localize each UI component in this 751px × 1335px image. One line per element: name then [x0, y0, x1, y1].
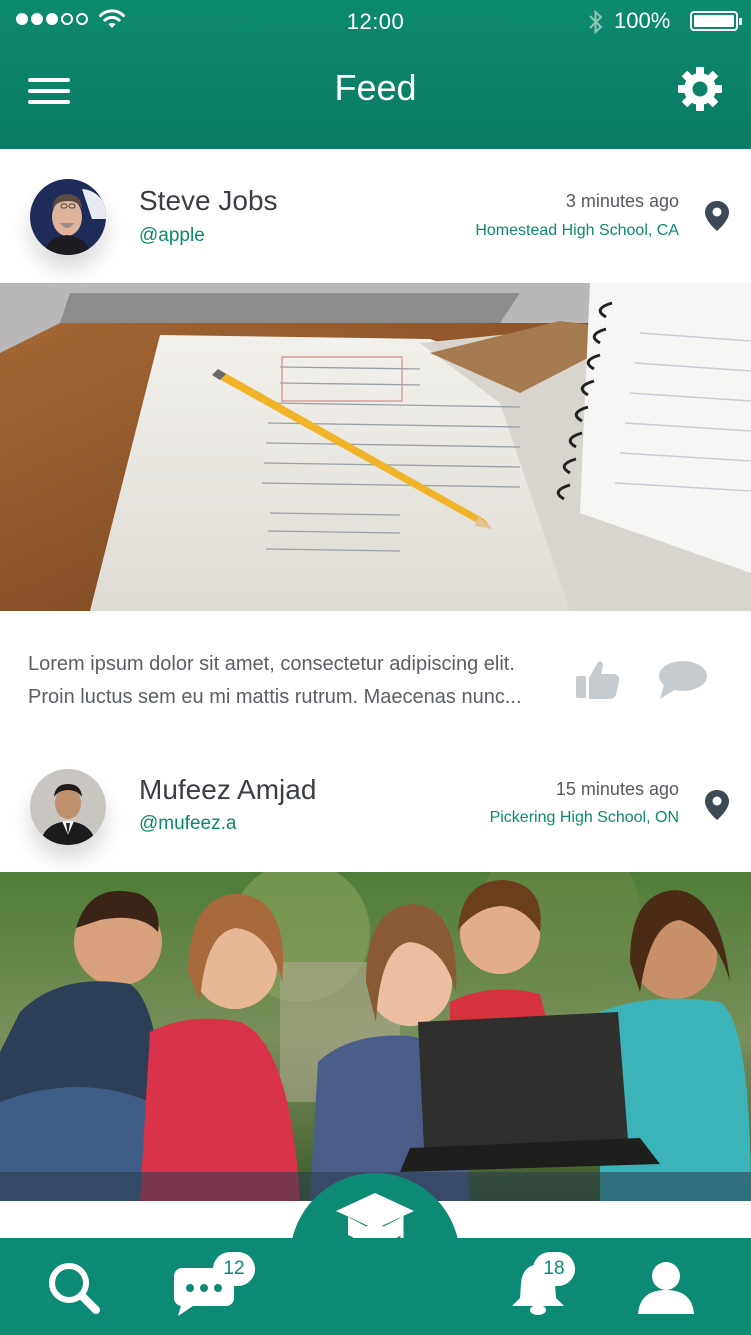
speech-bubble-icon[interactable] [656, 659, 708, 701]
author-handle[interactable]: @mufeez.a [139, 813, 236, 835]
user-icon[interactable] [636, 1260, 696, 1316]
author-handle[interactable]: @apple [139, 225, 205, 247]
post-time: 3 minutes ago [565, 191, 679, 211]
battery-percentage: 100% [614, 8, 671, 33]
page-title: Feed [334, 67, 417, 108]
author-name[interactable]: Mufeez Amjad [139, 774, 316, 806]
post-time: 15 minutes ago [555, 779, 679, 799]
post-header: Steve Jobs @apple 3 minutes ago Homestea… [0, 149, 751, 283]
post-location[interactable]: Homestead High School, CA [475, 222, 679, 240]
feed-screen: 12:00 100% Feed Steve Jobs @apple 3 minu… [0, 0, 751, 1335]
post-footer: Lorem ipsum dolor sit amet, consectetur … [0, 616, 751, 746]
author-name[interactable]: Steve Jobs [139, 185, 278, 217]
messages-badge: 12 [213, 1252, 255, 1286]
gear-icon[interactable] [676, 65, 724, 113]
post-photo[interactable] [0, 283, 751, 611]
notifications-badge: 18 [533, 1252, 575, 1286]
avatar[interactable] [30, 769, 106, 845]
avatar[interactable] [30, 179, 106, 255]
search-icon[interactable] [46, 1260, 102, 1316]
bluetooth-icon [589, 9, 603, 35]
location-pin-icon[interactable] [703, 199, 731, 233]
post-text-line: Proin luctus sem eu mi mattis rutrum. Ma… [28, 686, 522, 708]
location-pin-icon[interactable] [703, 788, 731, 822]
post-photo[interactable] [0, 832, 751, 1201]
post-text-line: Lorem ipsum dolor sit amet, consectetur … [28, 653, 515, 675]
top-bar: 12:00 100% Feed [0, 0, 751, 149]
post-header: Mufeez Amjad @mufeez.a 15 minutes ago Pi… [0, 743, 751, 872]
thumbs-up-icon[interactable] [574, 658, 622, 702]
post-text: Lorem ipsum dolor sit amet, consectetur … [28, 648, 558, 714]
status-bar: 12:00 100% [0, 0, 751, 44]
tab-bar: 12 18 [0, 1238, 751, 1335]
post-card: Steve Jobs @apple 3 minutes ago Homestea… [0, 149, 751, 746]
post-location[interactable]: Pickering High School, ON [490, 809, 679, 827]
battery-icon [690, 11, 742, 31]
